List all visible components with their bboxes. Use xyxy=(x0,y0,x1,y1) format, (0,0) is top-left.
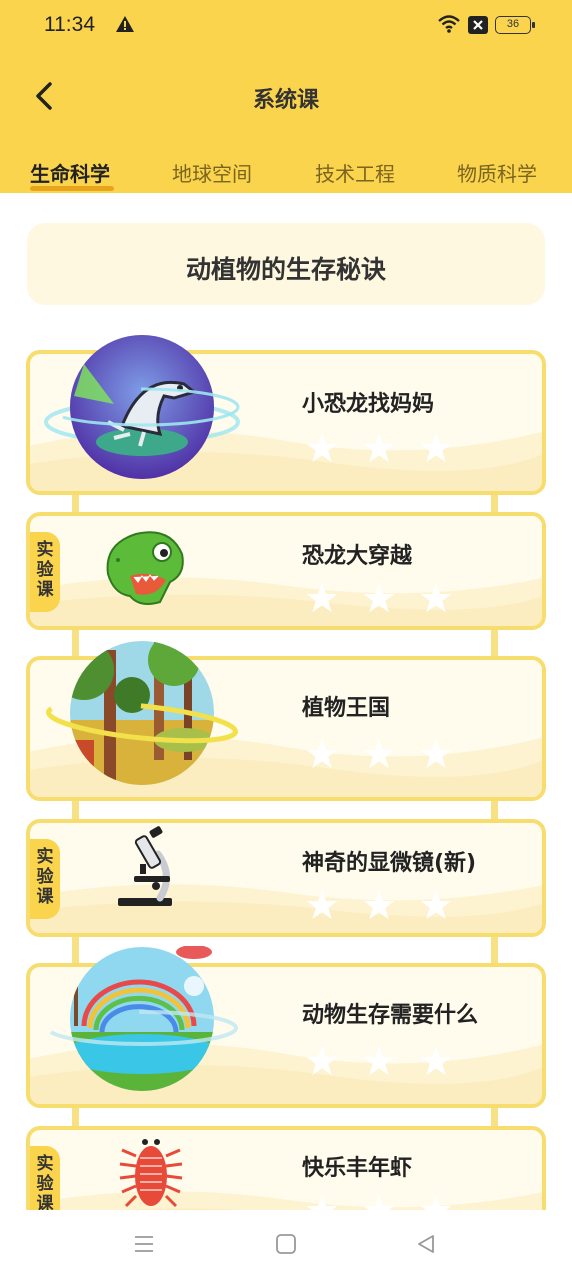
star-icon xyxy=(363,433,395,463)
star-icon xyxy=(363,583,395,613)
star-icon xyxy=(306,739,338,769)
star-rating xyxy=(306,738,472,770)
forest-planet-icon xyxy=(45,641,239,785)
dinosaur-skeleton-planet-icon xyxy=(44,335,240,479)
system-nav-bar xyxy=(0,1210,572,1280)
fairy-shrimp-icon xyxy=(119,1139,183,1208)
lesson-title: 恐龙大穿越 xyxy=(302,544,413,569)
rainbow-lake-planet-icon xyxy=(46,946,238,1091)
star-rating xyxy=(306,582,472,614)
lesson-card[interactable]: 实验课 神奇的显微镜(新) xyxy=(26,819,546,937)
battery-level: 36 xyxy=(506,18,520,30)
close-box-icon xyxy=(468,16,488,34)
microscope-icon xyxy=(118,826,172,906)
lesson-title: 植物王国 xyxy=(302,696,391,721)
star-icon xyxy=(420,739,452,769)
tab-technology-engineering[interactable]: 技术工程 xyxy=(315,158,395,187)
star-icon xyxy=(306,1046,338,1076)
lesson-title: 动物生存需要什么 xyxy=(302,1003,479,1028)
lesson-title: 快乐丰年虾 xyxy=(302,1156,413,1181)
lesson-title: 神奇的显微镜(新) xyxy=(302,851,477,876)
wifi-icon xyxy=(438,15,460,33)
home-square-icon[interactable] xyxy=(274,1232,298,1256)
battery-icon: 36 xyxy=(495,16,535,34)
back-triangle-icon[interactable] xyxy=(414,1232,438,1256)
green-dinosaur-head-icon xyxy=(106,531,184,605)
status-time: 11:34 xyxy=(44,13,95,36)
star-icon xyxy=(363,739,395,769)
header: 系统课 xyxy=(0,52,572,140)
lab-course-badge: 实验课 xyxy=(30,839,60,919)
tab-life-science[interactable]: 生命科学 xyxy=(30,158,110,187)
status-bar: 11:34 36 xyxy=(0,0,572,52)
star-icon xyxy=(420,890,452,920)
star-rating xyxy=(306,1045,472,1077)
star-rating xyxy=(306,889,472,921)
warning-icon xyxy=(116,16,134,32)
star-rating xyxy=(306,432,472,464)
star-icon xyxy=(420,583,452,613)
star-icon xyxy=(306,890,338,920)
star-icon xyxy=(420,433,452,463)
active-tab-indicator xyxy=(30,186,114,191)
tab-physical-science[interactable]: 物质科学 xyxy=(457,158,537,187)
tab-earth-space[interactable]: 地球空间 xyxy=(172,158,252,187)
card-connector xyxy=(491,933,498,967)
star-icon xyxy=(306,583,338,613)
star-icon xyxy=(306,433,338,463)
section-title: 动植物的生存秘诀 xyxy=(185,255,386,284)
section-header: 动植物的生存秘诀 xyxy=(27,223,545,305)
lab-course-badge: 实验课 xyxy=(30,532,60,612)
page-title: 系统课 xyxy=(252,88,319,113)
card-connector xyxy=(491,626,498,660)
star-icon xyxy=(363,890,395,920)
star-icon xyxy=(363,1046,395,1076)
star-icon xyxy=(420,1046,452,1076)
lesson-title: 小恐龙找妈妈 xyxy=(302,392,435,417)
menu-icon[interactable] xyxy=(132,1232,156,1256)
